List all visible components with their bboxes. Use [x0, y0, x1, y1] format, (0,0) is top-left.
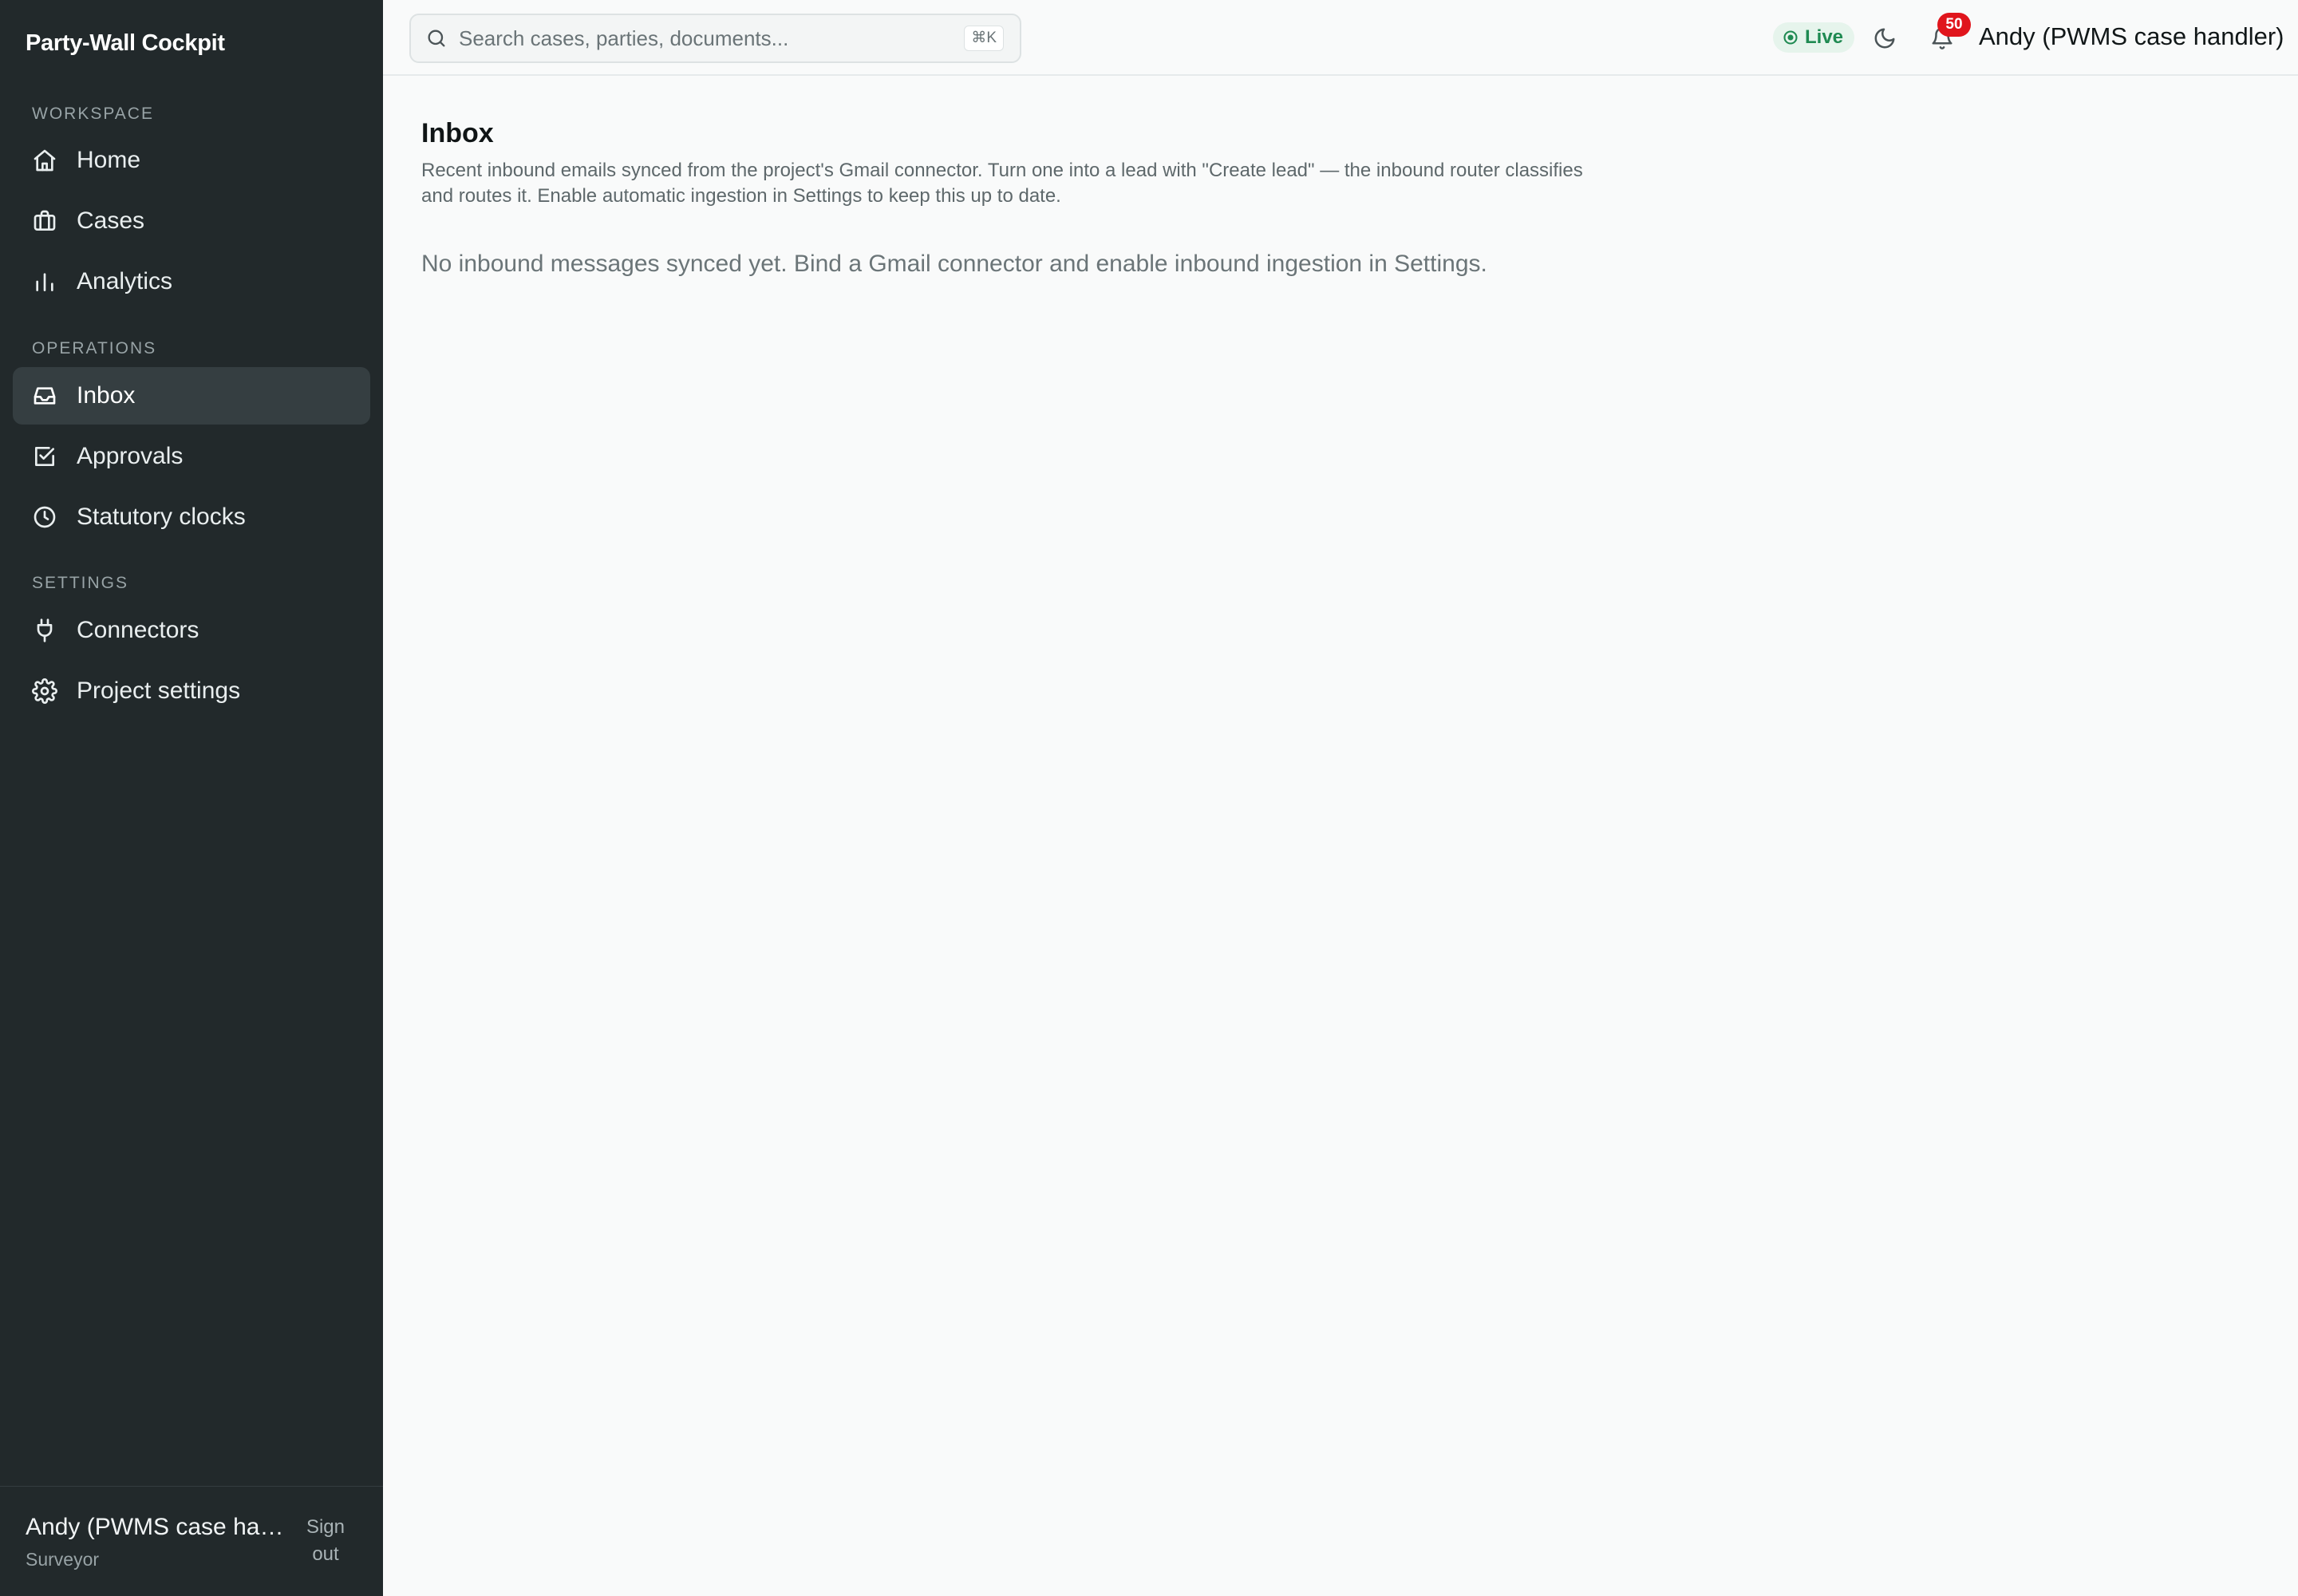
sidebar-item-statutory-clocks[interactable]: Statutory clocks [13, 488, 370, 546]
page-description: Recent inbound emails synced from the pr… [421, 160, 1583, 207]
sidebar-item-project-settings[interactable]: Project settings [13, 662, 370, 720]
home-icon [30, 146, 59, 175]
empty-state-message: No inbound messages synced yet. Bind a G… [421, 251, 1487, 277]
sidebar-item-inbox[interactable]: Inbox [13, 367, 370, 425]
sidebar: Party-Wall Cockpit Workspace Home Cases … [0, 0, 383, 1596]
live-status-badge: Live [1773, 22, 1855, 53]
shortcut-hint: ⌘K [964, 26, 1004, 51]
section-label-operations: Operations [32, 339, 157, 358]
sidebar-item-label: Home [77, 147, 141, 173]
sidebar-item-label: Inbox [77, 382, 136, 409]
sidebar-item-analytics[interactable]: Analytics [13, 253, 370, 310]
gear-icon [30, 677, 59, 705]
sidebar-item-cases[interactable]: Cases [13, 192, 370, 250]
inbox-icon [30, 381, 59, 410]
sidebar-item-connectors[interactable]: Connectors [13, 602, 370, 659]
live-status-label: Live [1805, 26, 1844, 48]
user-menu[interactable]: Andy (PWMS case handler) [1979, 22, 2284, 51]
sidebar-item-label: Connectors [77, 617, 199, 643]
theme-toggle-button[interactable] [1869, 22, 1901, 54]
sidebar-item-approvals[interactable]: Approvals [13, 428, 370, 485]
section-label-workspace: Workspace [32, 105, 154, 123]
briefcase-icon [30, 207, 59, 235]
app-title: Party-Wall Cockpit [26, 30, 225, 56]
sidebar-item-label: Approvals [77, 443, 184, 469]
section-label-settings: Settings [32, 574, 129, 592]
footer-user-role: Surveyor [26, 1549, 100, 1570]
plug-icon [30, 616, 59, 645]
topbar: ⌘K Live 50 Andy (PWMS case handler) [383, 0, 2298, 76]
check-square-icon [30, 442, 59, 471]
moon-icon [1874, 28, 1895, 49]
search-icon [428, 30, 445, 47]
footer-user-name: Andy (PWMS case handler) [26, 1514, 289, 1540]
sidebar-item-label: Statutory clocks [77, 504, 246, 530]
sidebar-item-home[interactable]: Home [13, 132, 370, 189]
notification-count-badge: 50 [1937, 13, 1971, 37]
clock-icon [30, 503, 59, 531]
live-indicator-icon [1783, 30, 1798, 45]
sidebar-item-label: Project settings [77, 678, 241, 704]
bar-chart-icon [30, 267, 59, 296]
sidebar-item-label: Analytics [77, 268, 173, 294]
sidebar-footer: Andy (PWMS case handler) Surveyor Sign o… [0, 1486, 383, 1596]
search-box[interactable]: ⌘K [409, 14, 1021, 63]
sign-out-button[interactable]: Sign out [297, 1514, 354, 1568]
search-input[interactable] [459, 26, 938, 51]
page-title: Inbox [421, 118, 494, 148]
sidebar-item-label: Cases [77, 207, 145, 234]
